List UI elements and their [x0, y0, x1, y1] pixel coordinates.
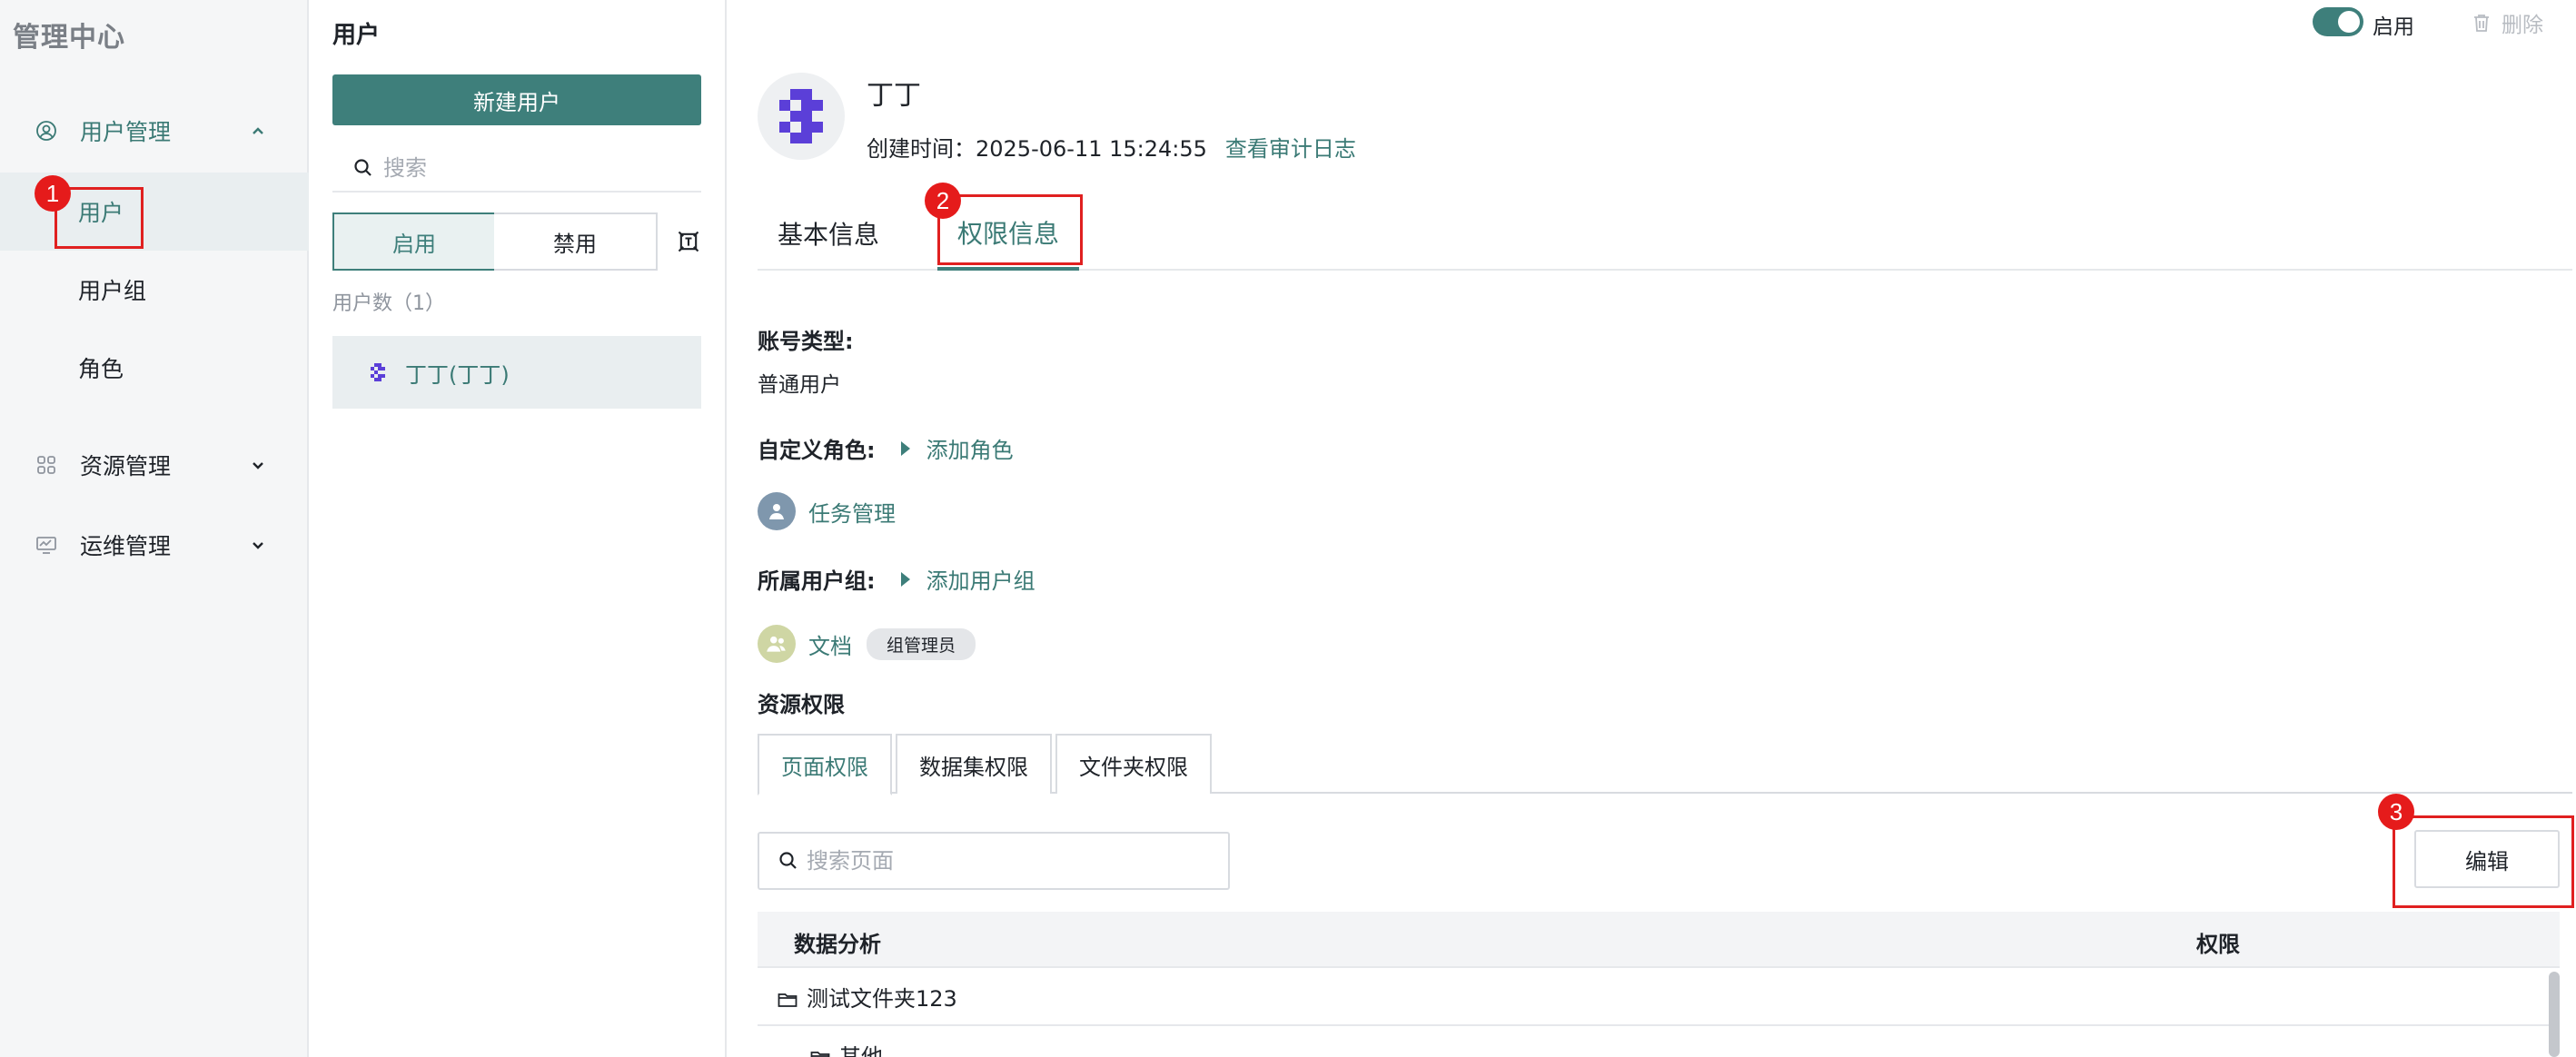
- row-name: 其他: [839, 1043, 883, 1057]
- search-icon: [778, 850, 799, 872]
- add-role-button[interactable]: 添加角色: [900, 432, 1014, 464]
- status-toggle[interactable]: [2313, 7, 2363, 36]
- sidebar-item-user-groups[interactable]: 用户组: [0, 251, 309, 329]
- group-icon: [758, 625, 796, 663]
- user-search: [332, 145, 701, 193]
- profile-name: 丁丁: [867, 80, 921, 112]
- delete-button[interactable]: 删除: [2471, 7, 2543, 38]
- user-circle-icon: [35, 119, 58, 143]
- created-time-value: 2025-06-11 15:24:55: [976, 136, 1207, 162]
- column-header-name: 数据分析: [794, 932, 881, 957]
- folder-icon: [810, 1046, 830, 1057]
- group-admin-badge: 组管理员: [867, 627, 976, 660]
- annotation-marker: 1: [35, 175, 71, 212]
- role-item: 任务管理: [758, 492, 896, 530]
- account-type-label: 账号类型:: [758, 329, 854, 354]
- chevron-up-icon: [247, 120, 269, 142]
- search-input[interactable]: [383, 155, 683, 181]
- table-scrollbar[interactable]: [2549, 972, 2560, 1057]
- person-icon: [758, 492, 796, 530]
- user-group-label: 所属用户组:: [758, 568, 876, 594]
- nav-group-user-management[interactable]: 用户管理: [0, 94, 309, 167]
- avatar: [758, 73, 845, 160]
- user-detail-panel: 启用 删除 丁丁 创建时间：2025-06-11 15:24:55 查看审计日志…: [727, 0, 2576, 1057]
- table-header: 数据分析 权限: [758, 912, 2560, 968]
- account-type-value: 普通用户: [758, 373, 841, 397]
- tab-dataset-permission[interactable]: 数据集权限: [896, 734, 1052, 794]
- sidebar-item-label: 用户组: [78, 278, 147, 304]
- sidebar-item-label: 角色: [78, 356, 124, 382]
- trash-icon: [2471, 12, 2492, 34]
- user-count: 用户数（1）: [332, 292, 445, 315]
- tab-folder-permission[interactable]: 文件夹权限: [1055, 734, 1212, 794]
- page-search-input[interactable]: [807, 848, 1206, 874]
- custom-role-row: 自定义角色: 添加角色: [758, 432, 1014, 464]
- tab-page-permission[interactable]: 页面权限: [758, 734, 892, 795]
- annotation-marker: 3: [2378, 794, 2414, 830]
- chevron-down-icon: [247, 454, 269, 476]
- app-title: 管理中心: [13, 22, 125, 54]
- monitor-icon: [35, 533, 58, 557]
- role-link[interactable]: 任务管理: [808, 496, 896, 528]
- sidebar-item-roles[interactable]: 角色: [0, 329, 309, 407]
- panel-title: 用户: [332, 22, 381, 49]
- user-group-row: 所属用户组: 添加用户组: [758, 563, 1035, 595]
- user-list-panel: 用户 新建用户 启用 禁用 用户数（1） 丁丁(丁丁): [309, 0, 727, 1057]
- column-header-permission: 权限: [2196, 932, 2240, 957]
- grid-icon: [35, 453, 58, 477]
- page-search: [758, 832, 1230, 890]
- user-list-item[interactable]: 丁丁(丁丁): [332, 336, 701, 409]
- resource-permission-label: 资源权限: [758, 692, 845, 717]
- custom-role-label: 自定义角色:: [758, 438, 876, 463]
- page-permission-table: 数据分析 权限 测试文件夹123 其他: [758, 912, 2560, 1057]
- resource-permission-tabs: 页面权限 数据集权限 文件夹权限: [758, 734, 2572, 795]
- add-role-label: 添加角色: [926, 438, 1014, 463]
- sidebar: 管理中心 用户管理 用户 用户组 角色 资源管理 运维管理: [0, 0, 309, 1057]
- created-time-row: 创建时间：2025-06-11 15:24:55 查看审计日志: [867, 131, 1356, 163]
- annotation-box-edit: [2393, 815, 2574, 908]
- chevron-down-icon: [247, 534, 269, 556]
- audit-log-link[interactable]: 查看审计日志: [1225, 131, 1356, 163]
- search-icon: [352, 157, 374, 179]
- nav-group-label: 用户管理: [80, 119, 172, 145]
- nav-group-label: 运维管理: [80, 533, 172, 559]
- nav-group-resource-management[interactable]: 资源管理: [0, 429, 309, 501]
- delete-label: 删除: [2502, 14, 2543, 37]
- user-avatar-icon: [369, 363, 387, 381]
- nav-group-ops-management[interactable]: 运维管理: [0, 509, 309, 581]
- table-row[interactable]: 测试文件夹123: [758, 968, 2560, 1026]
- folder-icon: [778, 988, 798, 1007]
- filter-enabled-tab[interactable]: 启用: [332, 212, 496, 271]
- new-user-button[interactable]: 新建用户: [332, 74, 701, 125]
- group-item: 文档 组管理员: [758, 625, 976, 663]
- table-row[interactable]: 其他: [758, 1026, 2560, 1057]
- tab-basic-info[interactable]: 基本信息: [758, 198, 899, 269]
- user-name: 丁丁(丁丁): [405, 361, 510, 388]
- add-group-label: 添加用户组: [926, 568, 1035, 594]
- created-time: 创建时间：2025-06-11 15:24:55: [867, 131, 1207, 163]
- nav-group-label: 资源管理: [80, 453, 172, 479]
- caret-right-icon: [900, 571, 910, 587]
- caret-right-icon: [900, 440, 910, 456]
- status-toggle-label: 启用: [2373, 15, 2414, 39]
- add-user-group-button[interactable]: 添加用户组: [900, 563, 1035, 595]
- created-time-label: 创建时间：: [867, 136, 976, 162]
- filter-disabled-tab[interactable]: 禁用: [494, 212, 658, 271]
- row-name: 测试文件夹123: [807, 985, 957, 1012]
- expand-icon[interactable]: [676, 229, 701, 254]
- group-link[interactable]: 文档: [808, 628, 852, 660]
- annotation-marker: 2: [925, 183, 961, 219]
